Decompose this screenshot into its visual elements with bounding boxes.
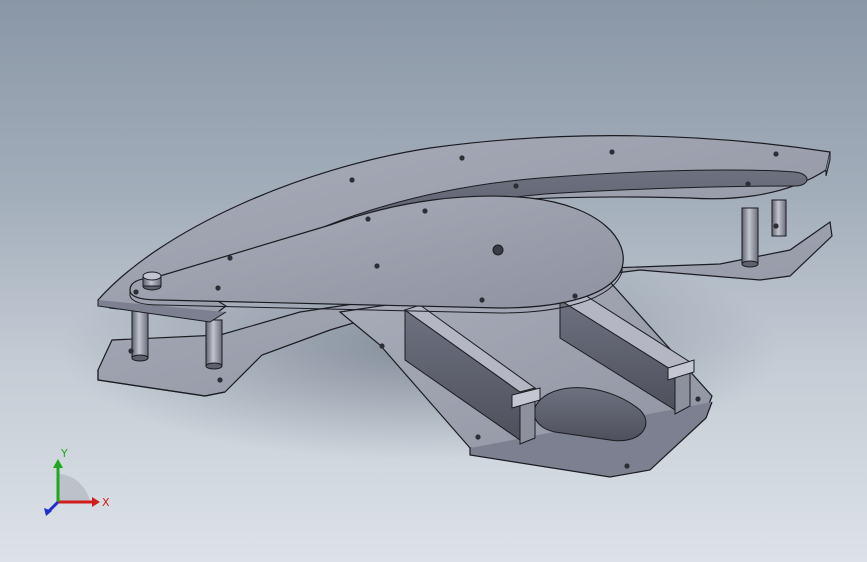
standoff-post-4[interactable] (771, 199, 787, 237)
center-bore-hole (492, 244, 504, 256)
pivot-pin[interactable] (142, 271, 162, 291)
y-axis-label: Y (60, 447, 68, 460)
x-axis-arrow-icon (92, 497, 100, 507)
standoff-post-2-base (205, 362, 223, 370)
graphics-viewport[interactable]: X Y (0, 0, 867, 562)
standoff-post-2[interactable] (205, 319, 223, 367)
assembly-model[interactable] (0, 0, 867, 562)
standoff-post-1[interactable] (131, 305, 149, 359)
standoff-post-1-base (131, 354, 149, 362)
coordinate-triad: X Y (44, 447, 110, 516)
triad-plane (58, 474, 90, 502)
x-axis-label: X (102, 496, 110, 509)
y-axis-arrow-icon (53, 459, 63, 468)
standoff-post-3[interactable] (741, 207, 759, 265)
standoff-post-3-base (741, 260, 759, 268)
